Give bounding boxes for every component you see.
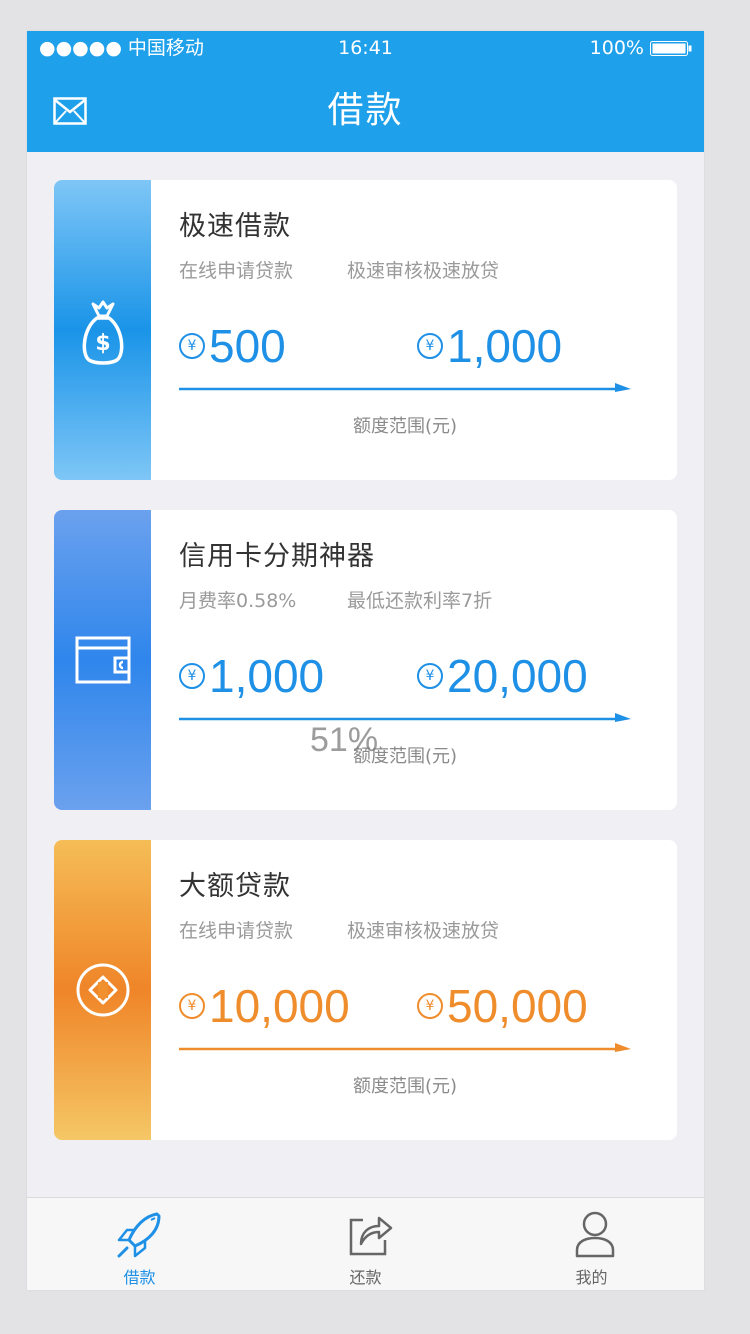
tab-label: 我的 bbox=[575, 1268, 608, 1287]
range-arrow bbox=[179, 713, 631, 722]
diamond-circle-icon bbox=[76, 963, 130, 1017]
app-header: ●●●●● 中国移动 16:41 100% 借款 bbox=[27, 31, 704, 152]
money-bag-icon: $ bbox=[82, 300, 124, 365]
range-arrow bbox=[179, 383, 631, 392]
user-icon bbox=[575, 1211, 615, 1258]
tab-label: 借款 bbox=[123, 1268, 156, 1287]
card-band: $ bbox=[54, 180, 151, 480]
loan-card-fast[interactable]: $ 极速借款 在线申请贷款 极速审核极速放贷 ¥ 500 ¥ 1,000 额度范… bbox=[54, 180, 677, 480]
card-band bbox=[54, 840, 151, 1140]
tab-mine[interactable]: 我的 bbox=[479, 1198, 704, 1290]
amount-max-value: 1,000 bbox=[447, 320, 563, 372]
card-subtitle-left: 在线申请贷款 bbox=[179, 260, 294, 282]
yen-icon: ¥ bbox=[179, 993, 205, 1019]
range-arrow bbox=[179, 1043, 631, 1052]
amount-min: ¥ 1,000 bbox=[179, 646, 324, 706]
card-title: 大额贷款 bbox=[179, 871, 291, 902]
card-subtitle-left: 月费率0.58% bbox=[179, 590, 297, 612]
range-label: 额度范围(元) bbox=[352, 746, 458, 767]
share-box-icon bbox=[349, 1216, 393, 1256]
amount-max-value: 20,000 bbox=[447, 650, 588, 702]
amount-min-value: 10,000 bbox=[209, 980, 350, 1032]
range-label: 额度范围(元) bbox=[352, 416, 458, 437]
rocket-icon bbox=[117, 1212, 161, 1258]
battery-icon bbox=[650, 41, 692, 56]
tab-borrow[interactable]: 借款 bbox=[27, 1198, 252, 1290]
wallet-card-icon bbox=[75, 636, 131, 684]
card-subtitle-right: 极速审核极速放贷 bbox=[347, 260, 500, 282]
amount-min-value: 1,000 bbox=[209, 650, 325, 702]
amount-min-value: 500 bbox=[209, 320, 286, 372]
loading-percent-overlay: 51% bbox=[310, 721, 379, 759]
card-subtitle-right: 最低还款利率7折 bbox=[347, 590, 493, 612]
svg-text:$: $ bbox=[95, 331, 110, 356]
yen-icon: ¥ bbox=[417, 993, 443, 1019]
amount-max: ¥ 50,000 bbox=[417, 976, 588, 1036]
loan-card-credit[interactable]: 信用卡分期神器 月费率0.58% 最低还款利率7折 ¥ 1,000 ¥ 20,0… bbox=[54, 510, 677, 810]
loan-card-large[interactable]: 大额贷款 在线申请贷款 极速审核极速放贷 ¥ 10,000 ¥ 50,000 额… bbox=[54, 840, 677, 1140]
range-label: 额度范围(元) bbox=[352, 1076, 458, 1097]
amount-max: ¥ 1,000 bbox=[417, 316, 562, 376]
status-bar: ●●●●● 中国移动 16:41 100% bbox=[27, 31, 704, 65]
yen-icon: ¥ bbox=[179, 663, 205, 689]
amount-min: ¥ 500 bbox=[179, 316, 286, 376]
phone-screen: ●●●●● 中国移动 16:41 100% 借款 $ 极速借款 在线申请贷款 极… bbox=[27, 31, 704, 1290]
amount-min: ¥ 10,000 bbox=[179, 976, 350, 1036]
battery-percent: 100% bbox=[589, 37, 644, 59]
card-subtitle-left: 在线申请贷款 bbox=[179, 920, 294, 942]
card-subtitle-right: 极速审核极速放贷 bbox=[347, 920, 500, 942]
amount-max: ¥ 20,000 bbox=[417, 646, 588, 706]
tab-label: 还款 bbox=[349, 1268, 382, 1287]
card-title: 信用卡分期神器 bbox=[179, 541, 375, 572]
yen-icon: ¥ bbox=[417, 663, 443, 689]
tab-bar: 借款 还款 我的 bbox=[27, 1197, 704, 1290]
card-band bbox=[54, 510, 151, 810]
amount-max-value: 50,000 bbox=[447, 980, 588, 1032]
yen-icon: ¥ bbox=[179, 333, 205, 359]
card-title: 极速借款 bbox=[179, 211, 291, 242]
page-title: 借款 bbox=[327, 90, 404, 131]
yen-icon: ¥ bbox=[417, 333, 443, 359]
tab-repay[interactable]: 还款 bbox=[253, 1198, 478, 1290]
